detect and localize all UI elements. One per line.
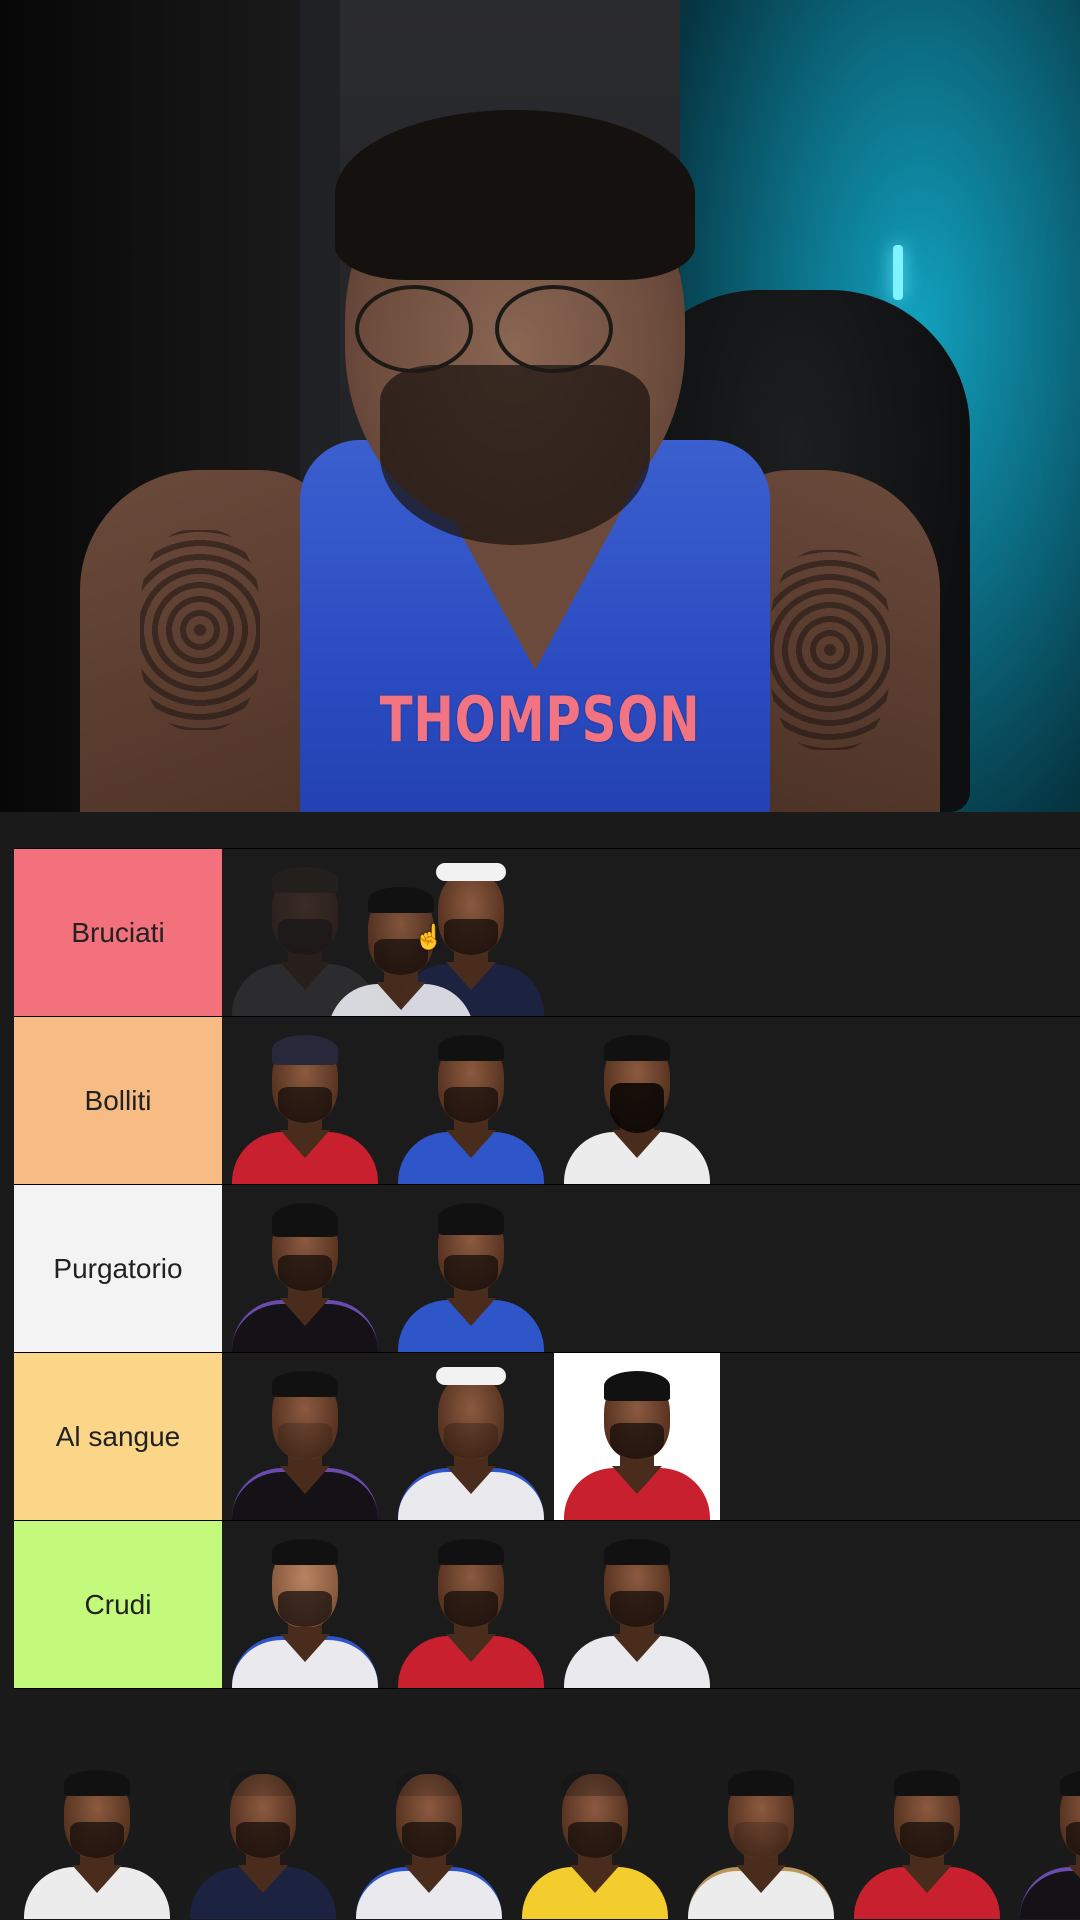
player-card[interactable] <box>512 1752 678 1919</box>
tier-items[interactable] <box>222 1521 1080 1688</box>
player-card[interactable] <box>388 1353 554 1520</box>
player-card[interactable] <box>388 1185 554 1352</box>
player-card[interactable] <box>554 1017 720 1184</box>
tier-row-bruciati[interactable]: Bruciati ☝ <box>14 848 1080 1036</box>
player-card[interactable] <box>388 1521 554 1688</box>
tier-label: Crudi <box>14 1521 222 1688</box>
tier-row-bolliti[interactable]: Bolliti <box>14 1016 1080 1184</box>
tier-label: Bruciati <box>14 849 222 1016</box>
tier-label: Bolliti <box>14 1017 222 1184</box>
player-card[interactable] <box>678 1752 844 1919</box>
streamer-beard <box>380 365 650 545</box>
tier-list: Bruciati ☝ Bolliti Purgatorio Al sangue … <box>14 848 1080 1689</box>
tier-items[interactable]: ☝ <box>222 849 1080 1036</box>
player-card[interactable] <box>222 1185 388 1352</box>
tier-items[interactable] <box>222 1353 1080 1520</box>
player-card[interactable] <box>14 1752 180 1919</box>
player-card[interactable] <box>180 1752 346 1919</box>
player-card[interactable] <box>222 1521 388 1688</box>
tier-items[interactable] <box>222 1017 1080 1184</box>
tier-row-purgatorio[interactable]: Purgatorio <box>14 1184 1080 1352</box>
player-card[interactable] <box>222 1353 388 1520</box>
player-card[interactable] <box>388 1017 554 1184</box>
player-card[interactable] <box>554 1353 720 1520</box>
player-name-caption: THOMPSON <box>379 683 701 756</box>
tier-items[interactable] <box>222 1185 1080 1352</box>
hand-pointer-icon: ☝ <box>414 924 444 951</box>
player-card[interactable] <box>1010 1752 1080 1919</box>
webcam-feed: THOMPSON <box>0 0 1080 812</box>
streamer-hair <box>335 110 695 280</box>
streamer-glasses <box>345 285 625 375</box>
tier-row-al-sangue[interactable]: Al sangue <box>14 1352 1080 1520</box>
tier-row-crudi[interactable]: Crudi <box>14 1520 1080 1689</box>
player-card[interactable] <box>222 1017 388 1184</box>
player-card[interactable] <box>844 1752 1010 1919</box>
tier-label: Al sangue <box>14 1353 222 1520</box>
unranked-player-pool[interactable] <box>0 1752 1080 1920</box>
player-card[interactable] <box>554 1521 720 1688</box>
tier-label: Purgatorio <box>14 1185 222 1352</box>
player-card-dragged[interactable] <box>318 869 484 1036</box>
player-card[interactable] <box>346 1752 512 1919</box>
